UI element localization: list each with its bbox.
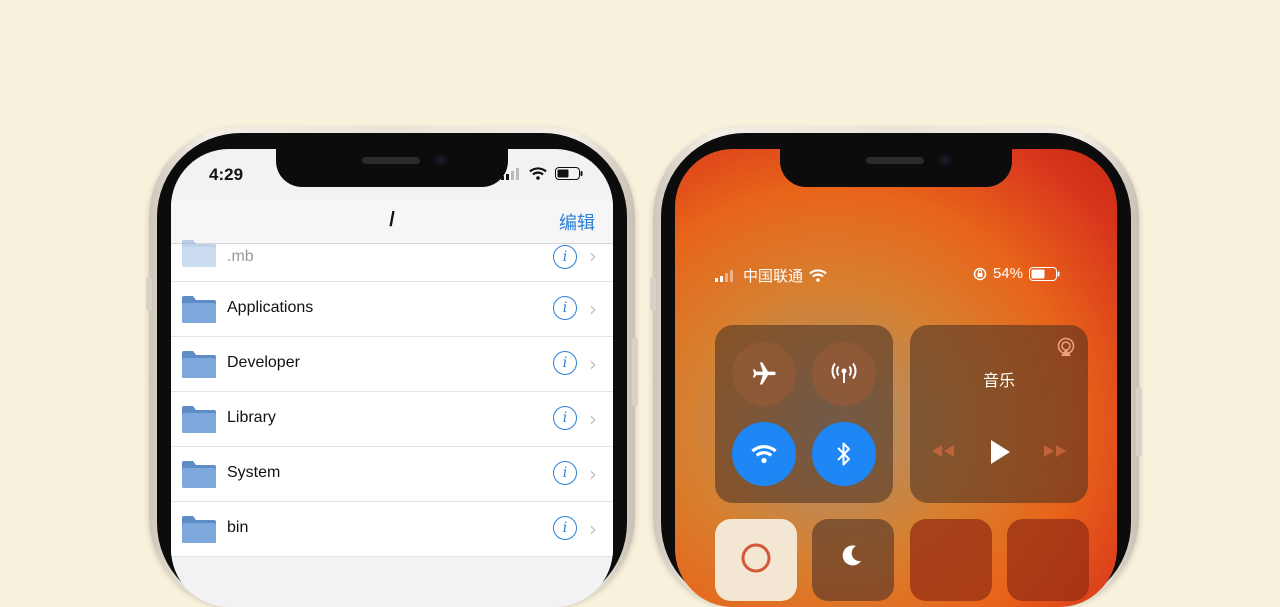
airplane-mode-toggle[interactable] (732, 342, 796, 406)
notch (276, 149, 508, 187)
files-screen: 4:29 / 编辑 .mb i › Applications i › Devel… (171, 149, 613, 607)
file-name: Library (227, 409, 276, 426)
info-icon[interactable]: i (553, 296, 577, 320)
bluetooth-toggle[interactable] (812, 422, 876, 486)
folder-icon (182, 516, 216, 543)
bezel: 中国联通 54% 音乐 (661, 133, 1131, 607)
folder-icon (182, 406, 216, 433)
folder-icon (182, 240, 216, 267)
info-icon[interactable]: i (553, 516, 577, 540)
bluetooth-icon (837, 442, 850, 466)
file-name: System (227, 464, 281, 481)
carrier-name: 中国联通 (743, 268, 804, 285)
orientation-lock-toggle[interactable] (715, 519, 797, 601)
list-item[interactable]: Library i › (171, 392, 613, 447)
right-phone: 中国联通 54% 音乐 (650, 127, 1142, 607)
wifi-icon (751, 445, 777, 464)
list-item[interactable]: Applications i › (171, 282, 613, 337)
file-name: Developer (227, 354, 300, 371)
battery-percent: 54% (992, 265, 1023, 282)
cellular-data-icon (831, 362, 857, 383)
file-name: bin (227, 519, 249, 536)
file-name: Applications (227, 299, 314, 316)
bezel: 4:29 / 编辑 .mb i › Applications i › Devel… (157, 133, 627, 607)
airplane-icon (752, 362, 776, 385)
info-icon[interactable]: i (553, 461, 577, 485)
info-icon[interactable]: i (553, 351, 577, 375)
battery-icon (1029, 266, 1060, 281)
control-tile[interactable] (1007, 519, 1089, 601)
edit-button[interactable]: 编辑 (559, 209, 595, 235)
file-name: .mb (227, 248, 254, 265)
side-button (650, 277, 656, 311)
wifi-icon (809, 269, 827, 282)
airplay-icon[interactable] (1056, 337, 1076, 357)
navigation-bar: / 编辑 (171, 199, 613, 244)
folder-icon (182, 296, 216, 323)
side-button (632, 337, 638, 407)
page-title: / (389, 209, 395, 231)
signal-icon (715, 269, 733, 282)
rewind-icon[interactable] (930, 443, 956, 459)
info-icon[interactable]: i (553, 245, 577, 269)
connectivity-panel (715, 325, 893, 503)
wifi-icon (529, 167, 547, 180)
fast-forward-icon[interactable] (1042, 443, 1068, 459)
music-panel: 音乐 (910, 325, 1088, 503)
orientation-lock-icon (741, 543, 771, 573)
list-item[interactable]: Developer i › (171, 337, 613, 392)
chevron-right-icon: › (589, 462, 597, 486)
battery-icon (555, 167, 583, 180)
side-button (1136, 387, 1142, 457)
control-center-screen: 中国联通 54% 音乐 (675, 149, 1117, 607)
cellular-data-toggle[interactable] (812, 342, 876, 406)
left-phone: 4:29 / 编辑 .mb i › Applications i › Devel… (146, 127, 638, 607)
chevron-right-icon: › (589, 407, 597, 431)
battery-status: 54% (973, 265, 1061, 282)
orientation-lock-icon (973, 267, 987, 280)
folder-icon (182, 351, 216, 378)
chevron-right-icon: › (589, 352, 597, 376)
do-not-disturb-toggle[interactable] (812, 519, 894, 601)
chevron-right-icon: › (589, 244, 597, 268)
folder-icon (182, 461, 216, 488)
info-icon[interactable]: i (553, 406, 577, 430)
status-time: 4:29 (209, 165, 244, 184)
chevron-right-icon: › (589, 297, 597, 321)
carrier-status: 中国联通 (715, 265, 827, 286)
music-title: 音乐 (982, 373, 1015, 390)
control-tile[interactable] (910, 519, 992, 601)
play-icon[interactable] (988, 439, 1012, 465)
side-button (146, 277, 152, 311)
moon-icon (842, 545, 861, 566)
list-item[interactable]: System i › (171, 447, 613, 502)
wifi-toggle[interactable] (732, 422, 796, 486)
chevron-right-icon: › (589, 517, 597, 541)
list-item[interactable]: bin i › (171, 502, 613, 557)
list-item[interactable]: .mb i › (171, 240, 613, 282)
file-list: .mb i › Applications i › Developer i › L… (171, 240, 613, 557)
notch (780, 149, 1012, 187)
